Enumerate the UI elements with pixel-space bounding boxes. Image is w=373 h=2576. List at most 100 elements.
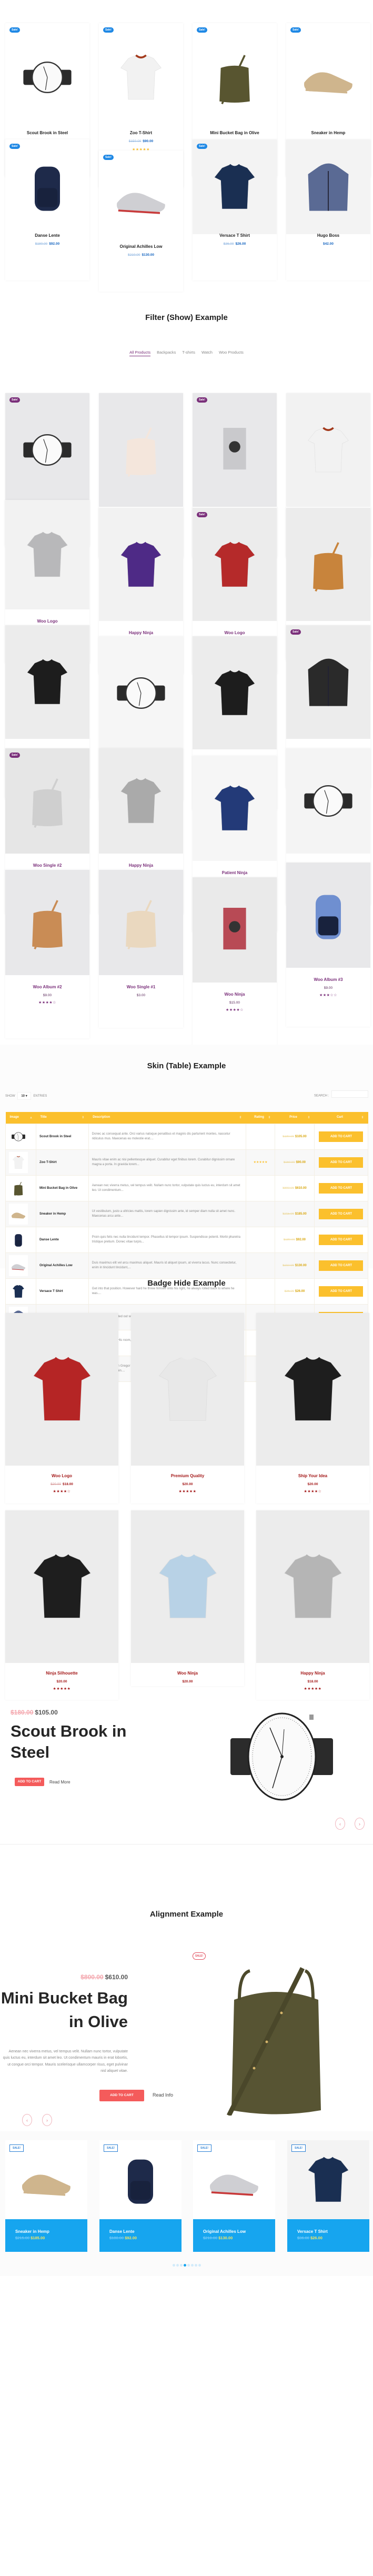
slider-next-button[interactable]: › [355, 1818, 365, 1830]
product-image[interactable] [99, 23, 183, 131]
product-title[interactable]: Danse Lente [35, 1226, 89, 1253]
product-image[interactable] [287, 2140, 369, 2219]
filter-tab[interactable]: Woo Products [219, 350, 244, 356]
product-image[interactable] [99, 870, 183, 975]
column-header[interactable]: Cart ⇕ [314, 1112, 368, 1124]
product-title[interactable]: Woo Album #3 [286, 977, 370, 982]
product-image[interactable] [5, 870, 89, 975]
product-title[interactable]: Woo Single #1 [99, 985, 183, 989]
product-image[interactable] [99, 2140, 182, 2219]
product-card[interactable]: Ship Your Idea $20.00 ★★★★☆ [256, 1313, 369, 1503]
product-title[interactable]: Scout Brook in Steel [35, 1123, 89, 1150]
filter-tab[interactable]: Watch [201, 350, 213, 356]
product-title[interactable]: Happy Ninja [99, 863, 183, 868]
product-title[interactable]: Ship Your Idea [256, 1474, 369, 1478]
add-to-cart-button[interactable]: ADD TO CART [319, 1131, 364, 1142]
product-card[interactable]: Woo Album #2 $9.00 ★★★★☆ [5, 870, 89, 1038]
product-title[interactable]: Woo Logo [5, 1474, 118, 1478]
product-image[interactable] [286, 393, 370, 507]
product-image[interactable] [5, 139, 89, 234]
product-title[interactable]: Woo Logo [5, 619, 89, 624]
carousel-dot[interactable] [176, 2264, 179, 2267]
add-to-cart-button[interactable]: ADD TO CART [99, 2090, 144, 2101]
add-to-cart-button[interactable]: ADD TO CART [319, 1208, 364, 1219]
product-image[interactable] [5, 393, 89, 507]
product-card[interactable]: Woo Album #3 $9.00 ★★★☆☆ [286, 863, 370, 1027]
read-info-link[interactable]: Read Info [153, 2092, 173, 2098]
slider-prev-button[interactable]: ‹ [22, 2114, 32, 2126]
carousel-dot[interactable] [190, 2264, 194, 2267]
product-image[interactable] [5, 23, 89, 131]
product-image[interactable] [256, 1510, 369, 1663]
carousel-card[interactable]: SALE! Sneaker in Hemp $215.00 $185.00 [5, 2140, 87, 2252]
column-header[interactable]: Title ⇕ [36, 1112, 89, 1124]
product-image[interactable] [286, 748, 370, 854]
carousel-dot[interactable] [183, 2264, 186, 2267]
product-image[interactable] [5, 625, 89, 739]
product-image[interactable] [5, 748, 89, 854]
product-image[interactable] [193, 393, 277, 507]
carousel-card[interactable]: SALE! Danse Lente $180.00 $92.00 [99, 2140, 182, 2252]
product-title[interactable]: Versace T Shirt [297, 2229, 328, 2234]
product-title[interactable]: Mini Bucket Bag in Olive [35, 1175, 89, 1201]
product-title[interactable]: Original Achilles Low [99, 244, 183, 249]
read-more-link[interactable]: Read More [49, 1780, 70, 1785]
entries-select[interactable]: 10 ▾ [17, 1092, 31, 1100]
product-title[interactable]: Premium Quality [131, 1474, 244, 1478]
product-card[interactable]: Sale! Original Achilles Low $210.00 $130.00 [99, 151, 183, 292]
product-title[interactable]: Woo Ninja [193, 992, 277, 997]
filter-tab[interactable]: T-shirts [182, 350, 195, 356]
product-image[interactable] [99, 151, 183, 245]
product-title[interactable]: Original Achilles Low [203, 2229, 246, 2234]
product-image[interactable] [5, 500, 89, 609]
product-image[interactable] [99, 636, 183, 749]
product-card[interactable]: Premium Quality $20.00 ★★★★★ [131, 1313, 244, 1503]
column-header[interactable]: Price ⇕ [275, 1112, 315, 1124]
carousel-dot[interactable] [179, 2264, 183, 2267]
add-to-cart-button[interactable]: ADD TO CART [319, 1234, 364, 1245]
product-thumbnail[interactable] [9, 1203, 28, 1225]
filter-tab[interactable]: Backpacks [157, 350, 176, 356]
add-to-cart-button[interactable]: ADD TO CART [319, 1157, 364, 1168]
product-title[interactable]: Woo Album #2 [5, 985, 89, 989]
product-image[interactable] [5, 1510, 118, 1663]
product-title[interactable]: Woo Logo [193, 630, 277, 635]
product-thumbnail[interactable] [9, 1151, 28, 1173]
product-image[interactable] [286, 625, 370, 739]
product-thumbnail[interactable] [9, 1177, 28, 1199]
slider-next-button[interactable]: › [42, 2114, 52, 2126]
product-image[interactable] [286, 508, 370, 621]
carousel-card[interactable]: SALE! Versace T Shirt $36.00 $26.00 [287, 2140, 369, 2252]
product-card[interactable]: Woo Single #1 $3.00 [99, 870, 183, 1028]
carousel-dot[interactable] [198, 2264, 201, 2267]
product-title[interactable]: Sneaker in Hemp [15, 2229, 49, 2234]
product-title[interactable]: Happy Ninja [99, 630, 183, 635]
product-image[interactable] [193, 23, 277, 131]
product-title[interactable]: Sneaker in Hemp [286, 131, 370, 135]
product-image[interactable] [5, 2140, 87, 2219]
product-image[interactable] [286, 139, 370, 234]
product-card[interactable]: Hugo Boss $42.00 [286, 139, 370, 280]
product-image[interactable] [193, 2140, 275, 2219]
column-header[interactable]: Image ▴ [5, 1112, 36, 1124]
add-to-cart-button[interactable]: ADD TO CART [15, 1778, 44, 1786]
product-title[interactable]: Scout Brook in Steel [5, 131, 89, 135]
product-thumbnail[interactable] [9, 1126, 28, 1147]
product-title[interactable]: Woo Single #2 [5, 863, 89, 868]
product-image[interactable] [256, 1313, 369, 1466]
product-image[interactable] [99, 748, 183, 854]
carousel-dot[interactable] [187, 2264, 190, 2267]
product-image[interactable] [5, 1313, 118, 1466]
product-image[interactable] [193, 139, 277, 234]
product-image[interactable] [131, 1510, 244, 1663]
slider-prev-button[interactable]: ‹ [335, 1818, 345, 1830]
product-title[interactable]: Hugo Boss [286, 233, 370, 238]
product-title[interactable]: Versace T Shirt [193, 233, 277, 238]
product-thumbnail[interactable] [9, 1229, 28, 1250]
product-image[interactable] [193, 636, 277, 749]
product-image[interactable] [131, 1313, 244, 1466]
product-title[interactable]: Zoo T-Shirt [35, 1149, 89, 1176]
search-input[interactable] [331, 1090, 368, 1098]
product-card[interactable]: Woo Ninja $15.00 ★★★★☆ [193, 877, 277, 1056]
product-card[interactable]: Sale! Danse Lente $180.00 $92.00 [5, 139, 89, 280]
